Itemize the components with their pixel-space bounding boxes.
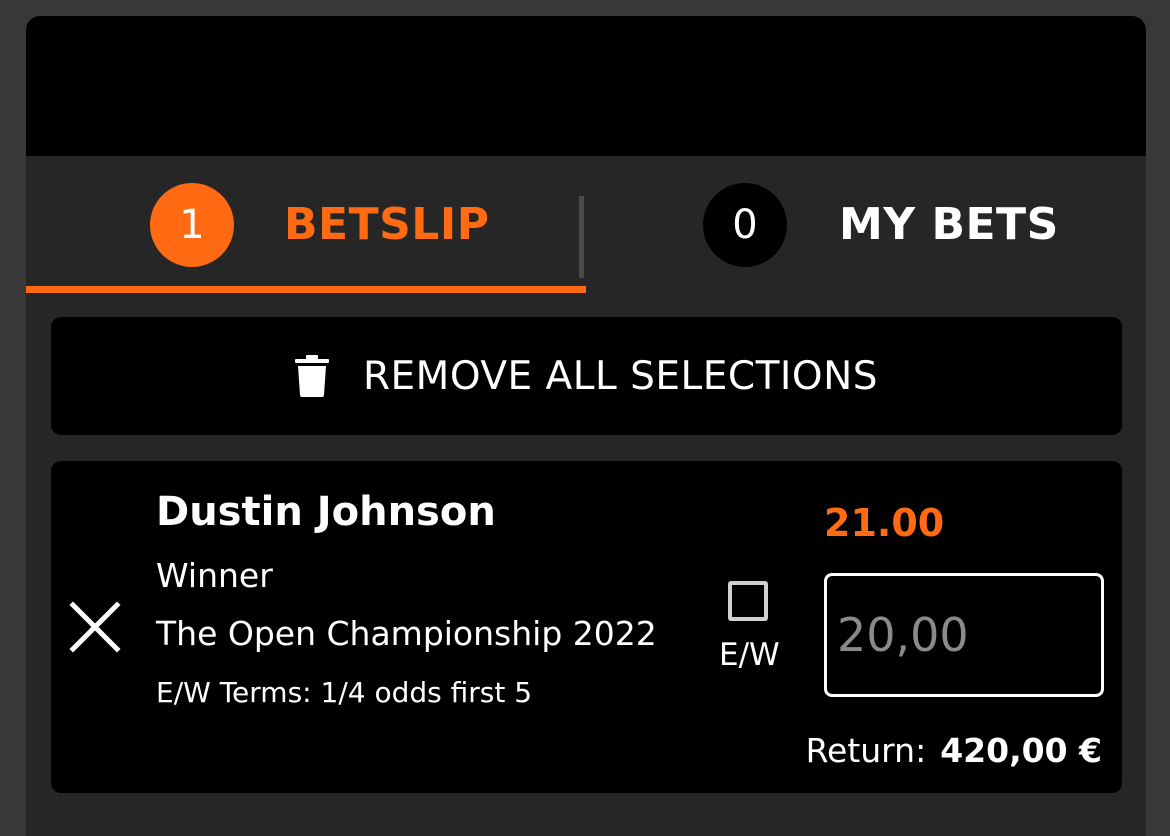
stake-input[interactable] xyxy=(824,573,1104,697)
tab-my-bets-label: MY BETS xyxy=(839,199,1059,250)
return-value: 420,00 € xyxy=(940,731,1102,770)
remove-all-selections-button[interactable]: REMOVE ALL SELECTIONS xyxy=(51,317,1122,435)
tab-betslip-label: BETSLIP xyxy=(284,199,490,250)
top-bar xyxy=(26,16,1146,156)
tab-bar: 1 BETSLIP 0 MY BETS xyxy=(26,156,1146,293)
potential-return: Return: 420,00 € xyxy=(806,731,1102,770)
trash-icon xyxy=(294,355,329,397)
selection-market: Winner xyxy=(156,556,273,595)
remove-all-label: REMOVE ALL SELECTIONS xyxy=(362,353,879,399)
betslip-panel: 1 BETSLIP 0 MY BETS REMOVE ALL SELECTION… xyxy=(26,16,1146,836)
tab-divider xyxy=(579,196,584,278)
tab-betslip[interactable]: 1 BETSLIP xyxy=(26,156,586,293)
selection-name: Dustin Johnson xyxy=(156,489,496,535)
each-way-checkbox[interactable] xyxy=(728,581,768,621)
selection-odds: 21.00 xyxy=(824,501,945,545)
tab-my-bets[interactable]: 0 MY BETS xyxy=(586,156,1146,293)
close-icon[interactable] xyxy=(69,601,121,653)
return-label: Return: xyxy=(805,731,927,770)
selection-event: The Open Championship 2022 xyxy=(156,614,657,653)
each-way-terms: E/W Terms: 1/4 odds first 5 xyxy=(156,676,533,709)
active-tab-indicator xyxy=(26,286,586,293)
my-bets-count-badge: 0 xyxy=(703,182,787,267)
each-way-label: E/W xyxy=(719,637,780,673)
selection-card: Dustin Johnson Winner The Open Champions… xyxy=(51,461,1122,793)
betslip-count-badge: 1 xyxy=(150,182,234,267)
